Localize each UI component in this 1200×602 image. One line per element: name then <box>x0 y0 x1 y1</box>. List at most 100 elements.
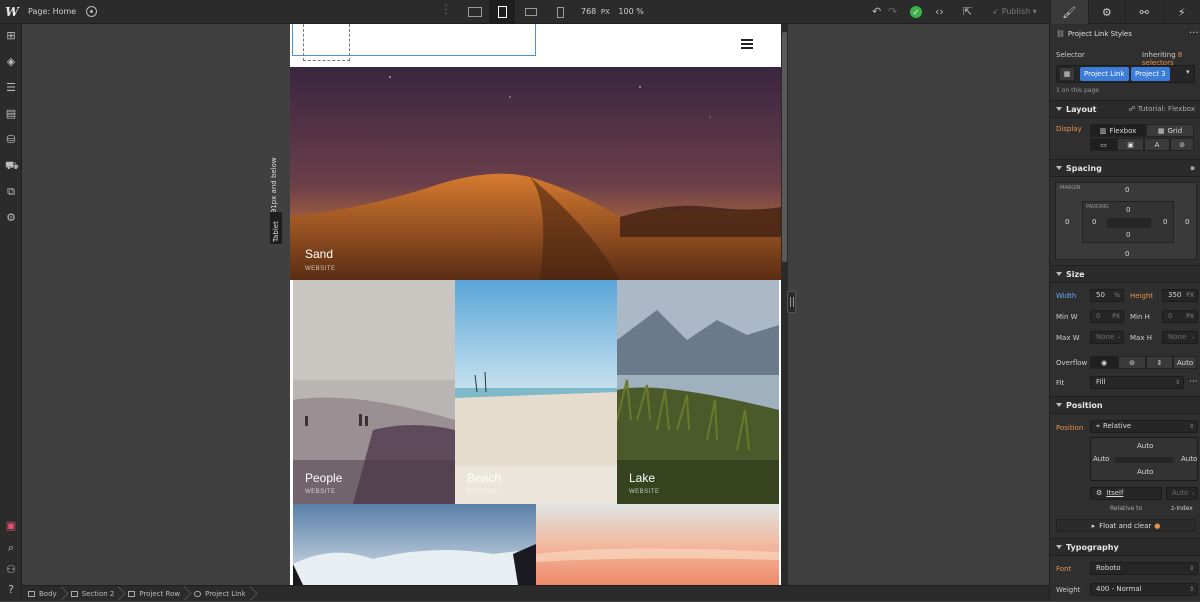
overflow-scroll-icon[interactable]: ⇕ <box>1146 356 1173 369</box>
breadcrumb-item-project-link[interactable]: Project Link <box>188 586 254 602</box>
saved-check-icon[interactable]: ✓ <box>910 6 922 18</box>
more-breakpoints-icon[interactable]: ··· <box>444 5 448 17</box>
selector-tag-project-link[interactable]: Project Link <box>1080 67 1129 81</box>
max-height-unit[interactable]: - <box>1192 332 1194 343</box>
fit-select[interactable]: Fill⇕ <box>1090 376 1184 389</box>
interactions-tab-bolt-icon[interactable]: ⚡ <box>1163 0 1200 24</box>
project-tile-sand[interactable]: Sand WEBSITE <box>290 67 781 280</box>
height-unit[interactable]: PX <box>1186 290 1194 301</box>
display-inline-button[interactable]: A <box>1144 138 1170 151</box>
preview-eye-icon[interactable] <box>86 6 97 17</box>
section-spacing[interactable]: Spacing ▪ <box>1050 159 1200 177</box>
menu-hamburger-icon[interactable] <box>741 39 753 49</box>
mobile-portrait-breakpoint-button[interactable] <box>547 0 573 24</box>
overflow-hidden-icon[interactable]: ⊘ <box>1118 356 1146 369</box>
tablet-breakpoint-button[interactable] <box>489 0 515 24</box>
margin-right-value[interactable]: 0 <box>1185 218 1189 226</box>
users-icon[interactable]: ⚇ <box>5 564 17 576</box>
max-height-input[interactable]: None- <box>1162 331 1198 344</box>
position-left-value[interactable]: Auto <box>1093 454 1109 465</box>
max-width-unit[interactable]: - <box>1118 332 1120 343</box>
spacing-lock-icon[interactable]: ▪ <box>1190 164 1195 172</box>
audit-icon[interactable]: ▣ <box>5 520 17 532</box>
publish-button[interactable]: ➶Publish ▾ <box>992 7 1037 16</box>
navigator-icon[interactable]: ☰ <box>5 82 17 94</box>
padding-left-value[interactable]: 0 <box>1092 218 1096 226</box>
float-clear-toggle[interactable]: ▸Float and clear● <box>1056 519 1196 532</box>
pages-icon[interactable]: ▤ <box>5 108 17 120</box>
site-preview[interactable]: Sand WEBSITE People WEBSITE Beach GRAPHI… <box>290 24 781 585</box>
display-inline-block-button[interactable]: ▣ <box>1117 138 1144 151</box>
min-height-unit[interactable]: PX <box>1186 311 1194 322</box>
selector-menu-icon[interactable]: ▦ <box>1059 67 1075 81</box>
selector-tag-project-3[interactable]: Project 3 <box>1131 67 1170 81</box>
cms-icon[interactable]: ⛁ <box>5 134 17 146</box>
padding-bottom-value[interactable]: 0 <box>1126 231 1130 239</box>
width-input[interactable]: 50% <box>1090 289 1124 302</box>
section-layout[interactable]: Layout ☍ Tutorial: Flexbox <box>1050 100 1200 118</box>
min-width-input[interactable]: 0PX <box>1090 310 1124 323</box>
zindex-input[interactable]: Auto- <box>1166 487 1198 500</box>
position-right-value[interactable]: Auto <box>1181 454 1197 465</box>
style-manager-tab-icon[interactable]: ⚯ <box>1125 0 1163 24</box>
display-none-button[interactable]: ⊘ <box>1170 138 1194 151</box>
add-elements-icon[interactable]: ⊞ <box>5 30 17 42</box>
project-tile-sunset[interactable] <box>536 504 779 585</box>
display-grid-button[interactable]: ▦Grid <box>1146 124 1194 137</box>
search-icon[interactable]: ⌕ <box>5 542 17 554</box>
position-bottom-value[interactable]: Auto <box>1137 467 1153 478</box>
assets-icon[interactable]: ⧉ <box>5 186 17 198</box>
help-icon[interactable]: ? <box>5 584 17 596</box>
page-selector[interactable]: Page: Home <box>28 7 76 16</box>
undo-icon[interactable]: ↶ <box>872 5 881 18</box>
canvas-scrollbar-thumb[interactable] <box>782 32 787 262</box>
symbols-icon[interactable]: ◈ <box>5 56 17 68</box>
mobile-landscape-breakpoint-button[interactable] <box>518 0 544 24</box>
section-position[interactable]: Position <box>1050 396 1200 414</box>
section-size[interactable]: Size <box>1050 265 1200 283</box>
settings-tab-gear-icon[interactable]: ⚙ <box>1088 0 1126 24</box>
settings-gear-icon[interactable]: ⚙ <box>5 212 17 224</box>
margin-top-value[interactable]: 0 <box>1125 186 1129 194</box>
project-tile-people[interactable]: People WEBSITE <box>293 280 455 504</box>
overflow-auto-button[interactable]: Auto <box>1173 356 1197 369</box>
webflow-logo-icon[interactable]: W <box>0 0 24 24</box>
panel-more-icon[interactable]: ··· <box>1189 28 1199 39</box>
project-tile-coast[interactable] <box>293 504 536 585</box>
project-tile-beach[interactable]: Beach GRAPHIC <box>455 280 617 504</box>
breadcrumb-item-body[interactable]: Body <box>22 586 65 602</box>
share-icon[interactable]: ⇱ <box>963 5 972 18</box>
display-flexbox-button[interactable]: ▥Flexbox <box>1090 124 1146 137</box>
desktop-breakpoint-button[interactable] <box>462 0 488 24</box>
code-export-icon[interactable]: ‹› <box>935 5 944 18</box>
padding-right-value[interactable]: 0 <box>1163 218 1167 226</box>
margin-bottom-value[interactable]: 0 <box>1125 250 1129 258</box>
position-top-value[interactable]: Auto <box>1137 441 1153 452</box>
section-typography[interactable]: Typography <box>1050 538 1200 556</box>
breadcrumb-item-project-row[interactable]: Project Row <box>122 586 188 602</box>
max-width-input[interactable]: None- <box>1090 331 1124 344</box>
min-height-input[interactable]: 0PX <box>1162 310 1198 323</box>
margin-left-value[interactable]: 0 <box>1065 218 1069 226</box>
style-tab-brush-icon[interactable]: 🖌 <box>1050 0 1088 24</box>
min-width-unit[interactable]: PX <box>1112 311 1120 322</box>
redo-icon[interactable]: ↷ <box>888 5 897 18</box>
font-select[interactable]: Roboto⇕ <box>1090 562 1198 575</box>
padding-top-value[interactable]: 0 <box>1126 206 1130 214</box>
project-tile-lake[interactable]: Lake WEBSITE <box>617 280 779 504</box>
position-select[interactable]: ⌖Relative⇕ <box>1090 420 1198 433</box>
display-block-button[interactable]: ▭ <box>1090 138 1117 151</box>
fit-more-icon[interactable]: ··· <box>1189 377 1198 387</box>
selector-dropdown-chevron-icon[interactable]: ▾ <box>1186 68 1190 76</box>
height-input[interactable]: 350PX <box>1162 289 1198 302</box>
site-navbar[interactable] <box>290 24 781 67</box>
relative-to-select[interactable]: ⚙Itself <box>1090 487 1162 500</box>
overflow-visible-eye-icon[interactable]: ◉ <box>1090 356 1118 369</box>
tutorial-link[interactable]: ☍ Tutorial: Flexbox <box>1128 105 1195 113</box>
width-unit[interactable]: % <box>1114 290 1120 301</box>
canvas-resize-handle[interactable] <box>787 291 796 313</box>
breadcrumb-item-section[interactable]: Section 2 <box>65 586 123 602</box>
ecommerce-icon[interactable]: ⛟ <box>5 160 17 172</box>
weight-select[interactable]: 400 - Normal⇕ <box>1090 583 1198 596</box>
nav-brand-placeholder[interactable] <box>303 24 350 61</box>
